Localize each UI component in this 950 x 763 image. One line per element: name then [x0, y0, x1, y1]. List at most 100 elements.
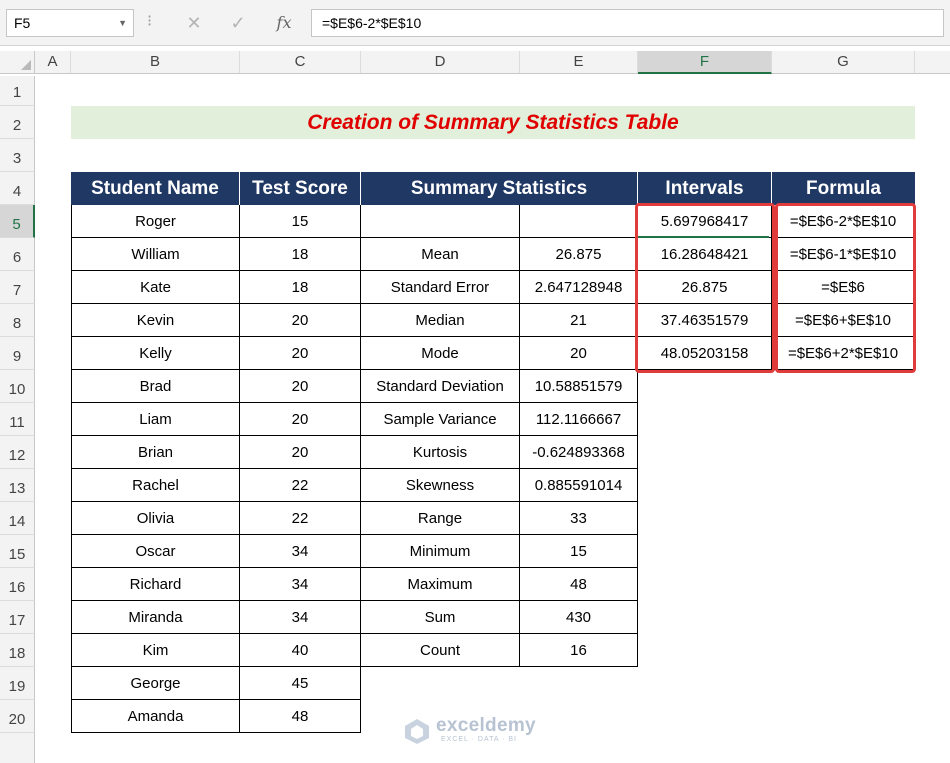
row-header-14[interactable]: 14 — [0, 502, 35, 535]
more-options-icon[interactable]: ⁝ — [147, 12, 152, 32]
summary-value-cell[interactable]: 2.647128948 — [520, 271, 638, 304]
column-header-e[interactable]: E — [520, 51, 638, 74]
summary-label-cell[interactable]: Sum — [361, 601, 520, 634]
row-header-2[interactable]: 2 — [0, 106, 35, 139]
select-all-button[interactable] — [0, 51, 35, 74]
row-header-6[interactable]: 6 — [0, 238, 35, 271]
student-name-cell[interactable]: Oscar — [71, 535, 240, 568]
summary-value-cell[interactable]: 16 — [520, 634, 638, 667]
row-header-20[interactable]: 20 — [0, 700, 35, 733]
enter-button[interactable]: ✓ — [218, 9, 258, 37]
student-name-cell[interactable]: Olivia — [71, 502, 240, 535]
insert-function-button[interactable]: fx — [264, 9, 304, 37]
summary-value-cell[interactable]: 48 — [520, 568, 638, 601]
summary-value-cell[interactable]: 0.885591014 — [520, 469, 638, 502]
summary-label-cell[interactable]: Maximum — [361, 568, 520, 601]
test-score-cell[interactable]: 40 — [240, 634, 361, 667]
student-name-cell[interactable]: Kevin — [71, 304, 240, 337]
row-header-18[interactable]: 18 — [0, 634, 35, 667]
header-summary-statistics[interactable]: Summary Statistics — [361, 172, 638, 205]
row-header-1[interactable]: 1 — [0, 76, 35, 106]
summary-label-cell[interactable]: Standard Error — [361, 271, 520, 304]
row-header-4[interactable]: 4 — [0, 172, 35, 205]
test-score-cell[interactable]: 20 — [240, 436, 361, 469]
row-header-3[interactable]: 3 — [0, 139, 35, 172]
student-name-cell[interactable]: Brad — [71, 370, 240, 403]
test-score-cell[interactable]: 20 — [240, 337, 361, 370]
summary-value-cell[interactable] — [520, 205, 638, 238]
summary-label-cell[interactable]: Mode — [361, 337, 520, 370]
summary-value-cell[interactable]: 21 — [520, 304, 638, 337]
test-score-cell[interactable]: 20 — [240, 403, 361, 436]
row-header-11[interactable]: 11 — [0, 403, 35, 436]
header-test-score[interactable]: Test Score — [240, 172, 361, 205]
column-header-c[interactable]: C — [240, 51, 361, 74]
summary-label-cell[interactable]: Count — [361, 634, 520, 667]
test-score-cell[interactable]: 34 — [240, 568, 361, 601]
row-header-8[interactable]: 8 — [0, 304, 35, 337]
test-score-cell[interactable]: 20 — [240, 370, 361, 403]
summary-label-cell[interactable]: Sample Variance — [361, 403, 520, 436]
test-score-cell[interactable]: 22 — [240, 469, 361, 502]
test-score-cell[interactable]: 15 — [240, 205, 361, 238]
student-name-cell[interactable]: Richard — [71, 568, 240, 601]
summary-value-cell[interactable]: 26.875 — [520, 238, 638, 271]
test-score-cell[interactable]: 34 — [240, 535, 361, 568]
summary-value-cell[interactable]: 20 — [520, 337, 638, 370]
summary-label-cell[interactable]: Range — [361, 502, 520, 535]
row-header-13[interactable]: 13 — [0, 469, 35, 502]
header-student-name[interactable]: Student Name — [71, 172, 240, 205]
row-header-5[interactable]: 5 — [0, 205, 35, 238]
row-header-7[interactable]: 7 — [0, 271, 35, 304]
summary-label-cell[interactable]: Mean — [361, 238, 520, 271]
summary-label-cell[interactable] — [361, 205, 520, 238]
column-header-b[interactable]: B — [71, 51, 240, 74]
test-score-cell[interactable]: 48 — [240, 700, 361, 733]
row-header-10[interactable]: 10 — [0, 370, 35, 403]
header-formula[interactable]: Formula — [772, 172, 915, 205]
summary-label-cell[interactable]: Kurtosis — [361, 436, 520, 469]
test-score-cell[interactable]: 18 — [240, 238, 361, 271]
test-score-cell[interactable]: 22 — [240, 502, 361, 535]
summary-value-cell[interactable]: 15 — [520, 535, 638, 568]
column-header-d[interactable]: D — [361, 51, 520, 74]
row-header-16[interactable]: 16 — [0, 568, 35, 601]
summary-label-cell[interactable]: Standard Deviation — [361, 370, 520, 403]
row-header-12[interactable]: 12 — [0, 436, 35, 469]
summary-value-cell[interactable]: 430 — [520, 601, 638, 634]
row-header-17[interactable]: 17 — [0, 601, 35, 634]
student-name-cell[interactable]: William — [71, 238, 240, 271]
test-score-cell[interactable]: 34 — [240, 601, 361, 634]
row-header-15[interactable]: 15 — [0, 535, 35, 568]
summary-value-cell[interactable]: -0.624893368 — [520, 436, 638, 469]
student-name-cell[interactable]: Amanda — [71, 700, 240, 733]
row-header-19[interactable]: 19 — [0, 667, 35, 700]
column-header-f[interactable]: F — [638, 51, 772, 74]
chevron-down-icon[interactable]: ▼ — [118, 10, 127, 36]
student-name-cell[interactable]: Kim — [71, 634, 240, 667]
student-name-cell[interactable]: Kate — [71, 271, 240, 304]
cancel-button[interactable]: ✕ — [174, 9, 214, 37]
test-score-cell[interactable]: 18 — [240, 271, 361, 304]
name-box[interactable]: F5 ▼ — [6, 9, 134, 37]
student-name-cell[interactable]: Miranda — [71, 601, 240, 634]
column-header-g[interactable]: G — [772, 51, 915, 74]
summary-label-cell[interactable]: Median — [361, 304, 520, 337]
student-name-cell[interactable]: George — [71, 667, 240, 700]
student-name-cell[interactable]: Roger — [71, 205, 240, 238]
summary-label-cell[interactable]: Minimum — [361, 535, 520, 568]
summary-value-cell[interactable]: 33 — [520, 502, 638, 535]
student-name-cell[interactable]: Kelly — [71, 337, 240, 370]
student-name-cell[interactable]: Rachel — [71, 469, 240, 502]
title-cell[interactable]: Creation of Summary Statistics Table — [71, 106, 915, 139]
summary-value-cell[interactable]: 112.1166667 — [520, 403, 638, 436]
summary-value-cell[interactable]: 10.58851579 — [520, 370, 638, 403]
test-score-cell[interactable]: 20 — [240, 304, 361, 337]
header-intervals[interactable]: Intervals — [638, 172, 772, 205]
row-header-9[interactable]: 9 — [0, 337, 35, 370]
column-header-a[interactable]: A — [35, 51, 71, 74]
student-name-cell[interactable]: Liam — [71, 403, 240, 436]
test-score-cell[interactable]: 45 — [240, 667, 361, 700]
student-name-cell[interactable]: Brian — [71, 436, 240, 469]
summary-label-cell[interactable]: Skewness — [361, 469, 520, 502]
